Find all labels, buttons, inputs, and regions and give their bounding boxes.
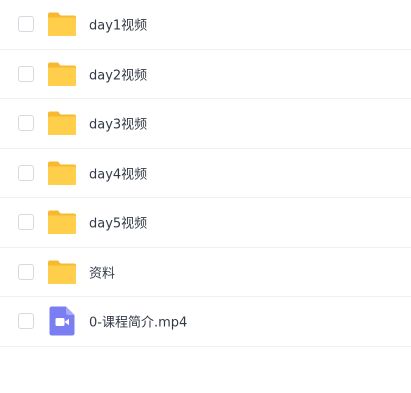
- file-name[interactable]: day5视频: [89, 213, 147, 232]
- file-name[interactable]: 资料: [89, 262, 115, 281]
- file-name[interactable]: day1视频: [89, 15, 147, 34]
- file-name[interactable]: day4视频: [89, 163, 147, 182]
- folder-icon: [47, 160, 77, 186]
- folder-icon: [47, 110, 77, 136]
- file-list: day1视频 day2视频 day3视频 day4视频 day5视频 资料 0-…: [0, 0, 411, 347]
- list-item[interactable]: day4视频: [0, 149, 411, 198]
- file-name[interactable]: day2视频: [89, 64, 147, 83]
- select-checkbox[interactable]: [18, 263, 34, 280]
- list-item[interactable]: 0-课程简介.mp4: [0, 297, 411, 347]
- list-item[interactable]: day5视频: [0, 198, 411, 248]
- folder-icon: [47, 259, 77, 285]
- folder-icon: [47, 61, 77, 87]
- list-item[interactable]: 资料: [0, 248, 411, 297]
- list-item[interactable]: day2视频: [0, 50, 411, 99]
- list-item[interactable]: day3视频: [0, 99, 411, 149]
- folder-icon: [47, 209, 77, 235]
- select-checkbox[interactable]: [18, 115, 34, 132]
- file-name[interactable]: 0-课程简介.mp4: [89, 312, 187, 331]
- list-item[interactable]: day1视频: [0, 0, 411, 50]
- select-checkbox[interactable]: [18, 313, 34, 330]
- video-file-icon: [49, 306, 75, 336]
- select-checkbox[interactable]: [18, 65, 34, 82]
- folder-icon: [47, 11, 77, 37]
- select-checkbox[interactable]: [18, 214, 34, 231]
- select-checkbox[interactable]: [18, 164, 34, 181]
- file-name[interactable]: day3视频: [89, 114, 147, 133]
- select-checkbox[interactable]: [18, 16, 34, 33]
